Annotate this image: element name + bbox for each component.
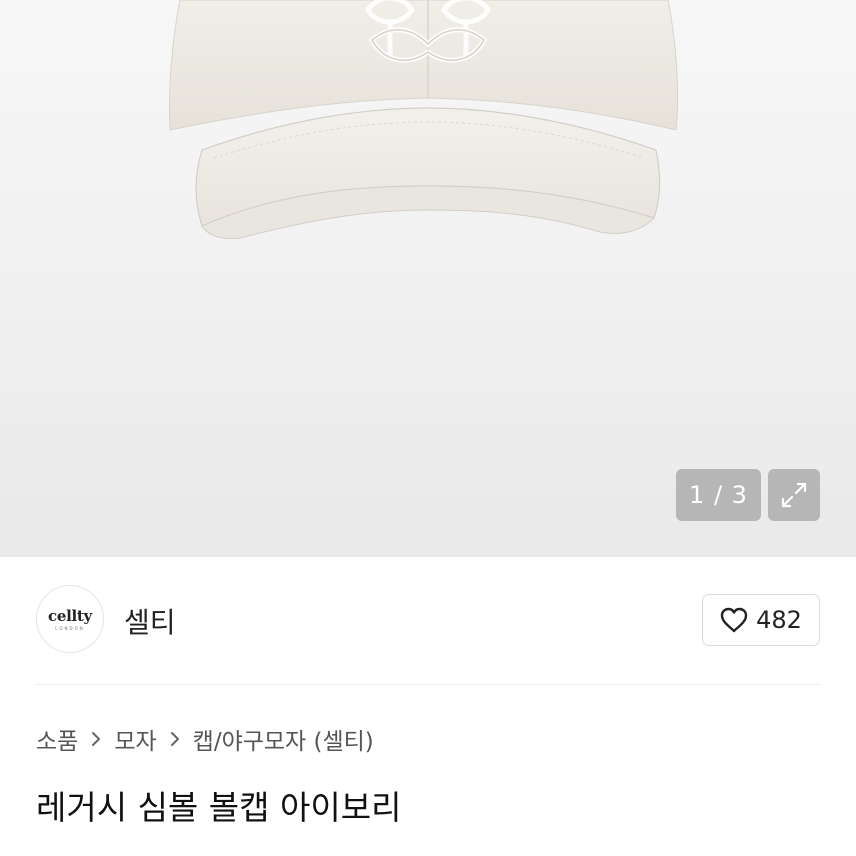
product-gallery[interactable]: 1 / 3	[0, 0, 856, 557]
breadcrumb-item-hats[interactable]: 모자	[114, 722, 156, 756]
breadcrumb-item-caps[interactable]: 캡/야구모자 (셀티)	[193, 722, 374, 756]
heart-icon	[720, 607, 748, 633]
chevron-right-icon	[169, 730, 181, 748]
like-count: 482	[756, 606, 802, 634]
expand-icon	[781, 482, 807, 508]
product-title: 레거시 심볼 볼캡 아이보리	[36, 788, 402, 827]
shop-avatar[interactable]: cellty LONDON	[36, 585, 104, 653]
shop-row: cellty LONDON 셀티 482	[0, 557, 856, 684]
like-button[interactable]: 482	[702, 594, 820, 646]
breadcrumb-item-accessories[interactable]: 소품	[36, 722, 78, 756]
image-counter-text: 1 / 3	[689, 481, 748, 509]
shop-logo-subtext: LONDON	[55, 626, 85, 631]
expand-button[interactable]	[768, 469, 820, 521]
shop-logo-text: cellty	[48, 607, 92, 625]
breadcrumb: 소품 모자 캡/야구모자 (셀티)	[36, 722, 374, 756]
divider	[36, 684, 820, 685]
shop-name[interactable]: 셀티	[124, 601, 176, 641]
image-counter: 1 / 3	[676, 469, 761, 521]
chevron-right-icon	[90, 730, 102, 748]
